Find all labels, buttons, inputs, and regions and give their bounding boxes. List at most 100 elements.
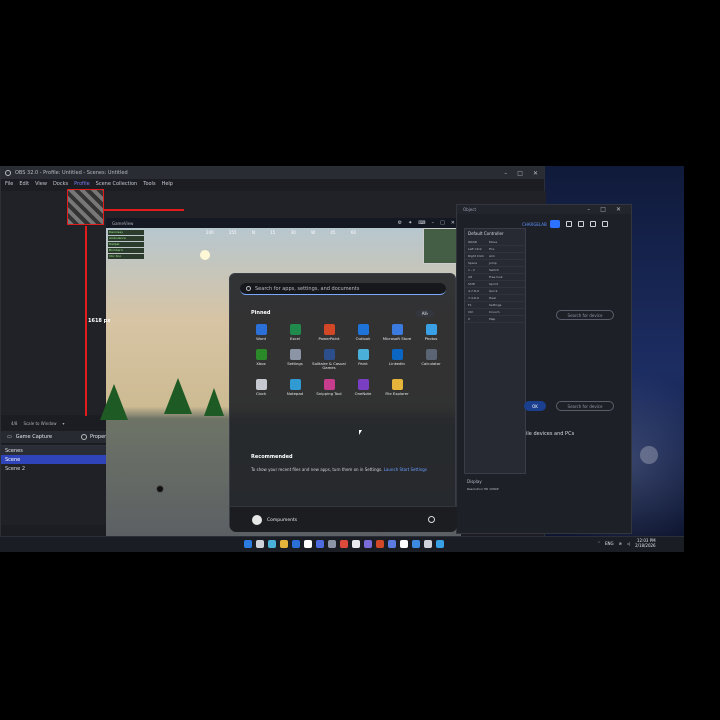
clock-date: 2/18/2026 — [635, 542, 656, 548]
taskbar-app-icon[interactable] — [352, 540, 360, 548]
menu-edit[interactable]: Edit — [19, 181, 29, 187]
controller-row[interactable]: Left Click Fire — [465, 246, 525, 253]
pinned-app[interactable]: Word — [244, 324, 278, 341]
controller-row[interactable]: 4-7-8-9 Quick — [465, 288, 525, 295]
controller-row[interactable]: WASD Move — [465, 239, 525, 246]
language-indicator[interactable]: ENG — [605, 541, 614, 546]
pinned-app[interactable]: Xbox — [244, 349, 278, 370]
taskbar-app-icon[interactable] — [364, 540, 372, 548]
controller-row[interactable]: Space Jump — [465, 260, 525, 267]
minimize-icon[interactable]: – — [587, 206, 590, 213]
pinned-app[interactable]: Snipping Tool — [312, 378, 346, 396]
taskbar-app-icon[interactable] — [400, 540, 408, 548]
recommended-heading: Recommended — [251, 454, 293, 460]
notification-icon[interactable] — [590, 221, 596, 227]
maximize-icon[interactable]: □ — [517, 170, 523, 177]
pinned-app[interactable]: Outlook — [346, 324, 380, 341]
controller-row[interactable]: Ctrl Crouch — [465, 309, 525, 316]
controller-row[interactable]: 7-4-8-9 Heal — [465, 295, 525, 302]
taskbar-app-icon[interactable] — [280, 540, 288, 548]
scene-list-item[interactable]: Scene — [1, 455, 106, 464]
controller-row[interactable]: 1 - 2 Switch — [465, 267, 525, 274]
pinned-app[interactable]: LinkedIn — [380, 349, 414, 370]
pinned-app[interactable]: Microsoft Store — [380, 324, 414, 341]
menu-profile[interactable]: Profile — [74, 181, 90, 187]
taskbar-app-icon[interactable] — [424, 540, 432, 548]
user-avatar[interactable] — [252, 515, 262, 525]
pinned-app[interactable]: Settings — [278, 349, 312, 370]
minimize-icon[interactable]: – — [432, 220, 435, 226]
taskbar-clock[interactable]: 12:03 PM 2/18/2026 — [635, 538, 656, 549]
pinned-app[interactable]: Clock — [244, 378, 278, 396]
chevron-up-icon[interactable]: ˄ — [598, 541, 600, 546]
close-icon[interactable]: ✕ — [616, 206, 621, 213]
pin-icon[interactable]: ✦ — [408, 220, 412, 226]
pinned-app[interactable]: Calculator — [414, 349, 448, 370]
taskbar-app-icon[interactable] — [340, 540, 348, 548]
ok-button[interactable]: OK — [524, 401, 546, 411]
wifi-icon[interactable]: ≋ — [619, 541, 622, 546]
launch-start-settings-link[interactable]: Launch Start Settings — [384, 467, 427, 472]
minimize-icon[interactable]: – — [504, 170, 507, 177]
power-icon[interactable] — [428, 516, 435, 523]
scene-list-item[interactable]: Scene 2 — [1, 464, 106, 473]
menu-view[interactable]: View — [35, 181, 47, 187]
active-tool-icon[interactable] — [550, 220, 560, 228]
controller-row[interactable]: Right Click Aim — [465, 253, 525, 260]
controller-row[interactable]: F1 Settings — [465, 302, 525, 309]
taskbar-app-icon[interactable] — [268, 540, 276, 548]
taskbar-app-icon[interactable] — [328, 540, 336, 548]
start-search-input[interactable]: Search for apps, settings, and documents — [240, 283, 446, 295]
all-apps-button[interactable]: All › — [416, 310, 434, 317]
close-icon[interactable]: ✕ — [451, 220, 455, 226]
maximize-icon[interactable]: □ — [440, 220, 445, 226]
controller-row[interactable]: X Map — [465, 316, 525, 323]
menu-file[interactable]: File — [5, 181, 13, 187]
close-icon[interactable]: ✕ — [533, 170, 538, 177]
tree — [100, 384, 128, 420]
scale-to-window-dropdown[interactable]: Scale to Window — [23, 421, 56, 426]
pinned-app[interactable]: Notepad — [278, 378, 312, 396]
chevron-right-icon: › — [426, 311, 429, 316]
taskbar-app-icon[interactable] — [256, 540, 264, 548]
search-device-button[interactable]: Search for device — [556, 310, 614, 320]
taskbar-app-icon[interactable] — [376, 540, 384, 548]
pinned-app[interactable]: PowerPoint — [312, 324, 346, 341]
taskbar-app-icon[interactable] — [436, 540, 444, 548]
keyboard-icon[interactable]: ⌨ — [418, 220, 425, 226]
app-icon — [289, 378, 301, 390]
pinned-app[interactable]: Paint — [346, 349, 380, 370]
pinned-app[interactable]: Solitaire & Casual Games — [312, 349, 346, 370]
settings-icon[interactable] — [602, 221, 608, 227]
controller-row[interactable]: Shift Sprint — [465, 281, 525, 288]
controller-row[interactable]: Alt Free look — [465, 274, 525, 281]
app-label: Solitaire & Casual Games — [312, 361, 346, 371]
taskbar-app-icon[interactable] — [412, 540, 420, 548]
settings-icon[interactable]: ⚙ — [398, 220, 402, 226]
taskbar-app-icon[interactable] — [304, 540, 312, 548]
maximize-icon[interactable]: □ — [600, 206, 606, 213]
taskbar-app-icon[interactable] — [388, 540, 396, 548]
menu-help[interactable]: Help — [162, 181, 173, 187]
layout-icon[interactable] — [566, 221, 572, 227]
pinned-app[interactable]: File Explorer — [380, 378, 414, 396]
menu-tools[interactable]: Tools — [143, 181, 155, 187]
user-name[interactable]: Compuments — [267, 518, 297, 523]
app-label: Xbox — [256, 361, 266, 367]
menu-scene-collection[interactable]: Scene Collection — [96, 181, 138, 187]
source-selection-box[interactable] — [67, 189, 104, 225]
account-label[interactable]: CHARGELAB — [522, 222, 547, 227]
device-icon[interactable] — [578, 221, 584, 227]
volume-icon[interactable]: ◁ — [627, 541, 630, 546]
game-joystick-icon — [156, 485, 164, 493]
menu-docks[interactable]: Docks — [53, 181, 68, 187]
pinned-app[interactable]: Excel — [278, 324, 312, 341]
taskbar-app-icon[interactable] — [292, 540, 300, 548]
windows-start-icon[interactable] — [244, 540, 252, 548]
pinned-app[interactable]: OneNote — [346, 378, 380, 396]
search-device-button[interactable]: Search for device — [556, 401, 614, 411]
obs-window-controls: – □ ✕ — [504, 170, 544, 177]
chevron-down-icon[interactable]: ▾ — [63, 421, 65, 426]
pinned-app[interactable]: Photos — [414, 324, 448, 341]
taskbar-app-icon[interactable] — [316, 540, 324, 548]
